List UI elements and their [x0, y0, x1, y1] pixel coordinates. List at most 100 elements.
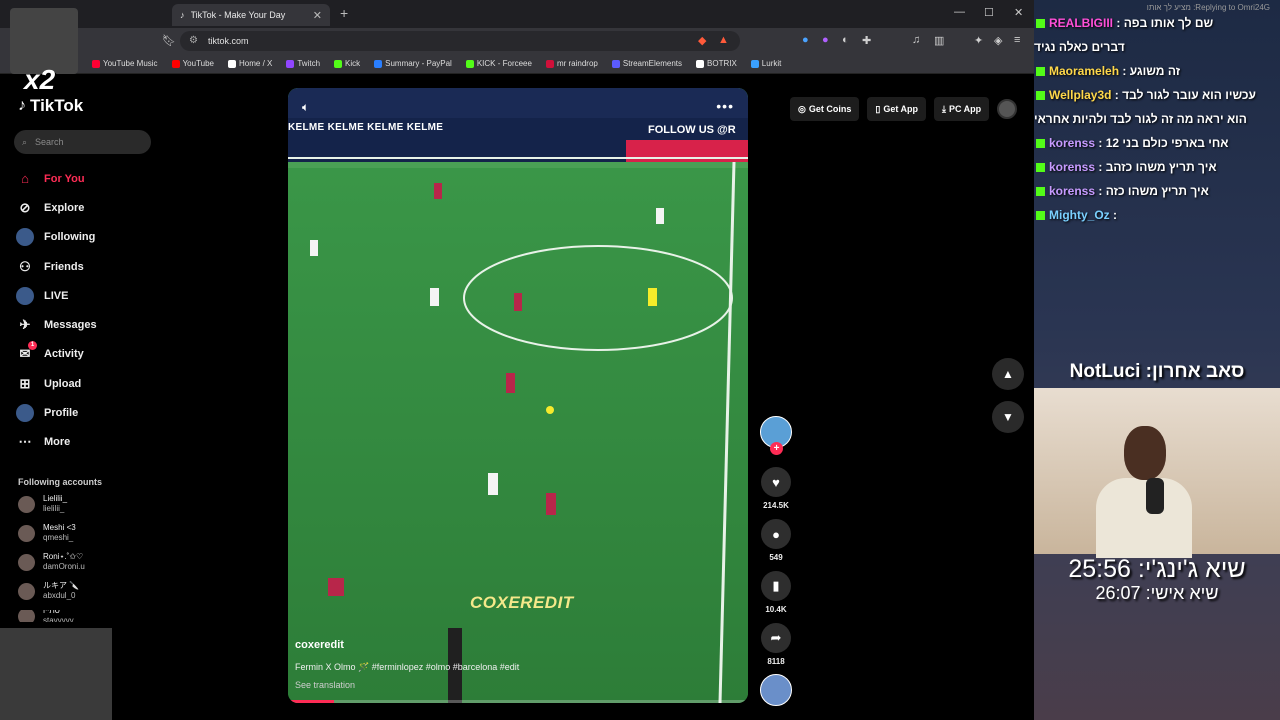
- ai-icon[interactable]: ✦: [974, 34, 983, 47]
- sidebar-item-live[interactable]: LIVE: [16, 281, 156, 310]
- streamer-head: [1124, 426, 1166, 480]
- account-avatar: [18, 495, 35, 513]
- bookmark-icon[interactable]: 🔖︎: [162, 34, 176, 47]
- bookmark-item[interactable]: YouTube Music: [92, 59, 158, 68]
- chat-message: Mighty_Oz :: [1034, 208, 1280, 222]
- record-timer: שיא ג'ינג'י: 25:56: [1068, 555, 1246, 583]
- bookmark-label: Summary - PayPal: [385, 59, 452, 68]
- bookmark-item[interactable]: Lurkit: [750, 59, 781, 68]
- brave-rewards-icon[interactable]: ▲: [718, 34, 729, 46]
- following-account[interactable]: ルキア 🔪 abxdul_0: [18, 581, 79, 601]
- sidebar-item-label: Profile: [44, 407, 79, 420]
- bookmark-item[interactable]: Kick: [334, 59, 360, 68]
- get-app-button[interactable]: ▯ Get App: [867, 97, 926, 121]
- chat-separator: :: [1109, 208, 1118, 222]
- window-close-icon[interactable]: ✕: [1014, 6, 1023, 19]
- following-accounts-title: Following accounts: [18, 477, 103, 487]
- top-actions: ◎ Get Coins ▯ Get App ⤓ PC App: [790, 97, 1018, 121]
- following-avatar-icon: [16, 228, 34, 247]
- extensions-icon[interactable]: ✚: [862, 34, 871, 47]
- maximize-icon[interactable]: ☐: [984, 6, 994, 19]
- sidebar-item-profile[interactable]: Profile: [16, 398, 156, 427]
- bookmark-item[interactable]: StreamElements: [611, 59, 682, 68]
- save-button[interactable]: ▮ 10.4K: [760, 571, 792, 614]
- bookmark-label: YouTube Music: [103, 59, 158, 68]
- creator-avatar[interactable]: +: [760, 416, 792, 455]
- video-author[interactable]: coxeredit: [295, 639, 344, 651]
- chat-separator: :: [1095, 136, 1106, 150]
- chat-text: דברים כאלה נגיד: [1034, 40, 1125, 54]
- brave-shield-icon[interactable]: ◆: [698, 34, 706, 47]
- following-account[interactable]: Roni⋆.˚✩♡ damOroni.u: [18, 552, 85, 572]
- extension-2-icon[interactable]: ●: [822, 34, 829, 46]
- account-handle: lielilii_: [43, 504, 65, 513]
- bookmark-favicon-icon: [465, 59, 474, 68]
- sidebar-toggle-icon[interactable]: ▥: [934, 34, 944, 47]
- sidebar-item-label: Messages: [44, 319, 97, 332]
- sidebar-item-upload[interactable]: ⊞ Upload: [16, 369, 156, 398]
- video-more-icon[interactable]: •••: [716, 98, 734, 114]
- tab-title: TikTok - Make Your Day: [190, 10, 286, 20]
- bookmark-item[interactable]: Twitch: [286, 59, 320, 68]
- sound-disc[interactable]: [760, 674, 792, 706]
- next-video-button[interactable]: ▼: [992, 401, 1024, 433]
- sidebar-item-label: Explore: [44, 201, 85, 214]
- bookmark-item[interactable]: Home / X: [228, 59, 272, 68]
- extension-3-icon[interactable]: ◐: [842, 34, 849, 46]
- get-coins-button[interactable]: ◎ Get Coins: [790, 97, 860, 121]
- share-button[interactable]: ➦ 8118: [760, 623, 792, 666]
- following-account[interactable]: Lielilii_ lielilii_: [18, 494, 67, 514]
- media-icon[interactable]: ♫: [912, 34, 920, 46]
- account-avatar: [18, 610, 35, 622]
- bookmark-item[interactable]: Summary - PayPal: [374, 59, 452, 68]
- upload-icon: ⊞: [19, 375, 31, 391]
- compass-icon: ⊘: [19, 199, 31, 215]
- sidebar-item-label: Following: [44, 231, 96, 244]
- close-tab-icon[interactable]: ✕: [313, 9, 322, 22]
- tab-tiktok[interactable]: ♪ TikTok - Make Your Day ✕: [172, 4, 330, 26]
- sidebar-item-friends[interactable]: ⚇ Friends: [16, 252, 156, 281]
- account-handle: abxdul_0: [43, 591, 76, 600]
- extension-1-icon[interactable]: ●: [802, 34, 809, 46]
- video-player[interactable]: KELME KELME KELME KELME FOLLOW US @R 🔈︎ …: [288, 88, 748, 703]
- bookmark-item[interactable]: BOTRIX: [696, 59, 737, 68]
- kick-badge-icon: [1036, 163, 1045, 172]
- bookmark-item[interactable]: KICK - Forceee: [465, 59, 532, 68]
- vpn-icon[interactable]: ◈: [994, 34, 1002, 47]
- sidebar-item-label: More: [44, 436, 71, 449]
- following-account[interactable]: סתייו stayyyyy: [18, 610, 74, 622]
- previous-video-button[interactable]: ▲: [992, 358, 1024, 390]
- follow-plus-icon[interactable]: +: [770, 442, 783, 455]
- sidebar-item-more[interactable]: ⋯ More: [16, 428, 156, 457]
- account-avatar: [18, 582, 35, 600]
- video-progress-bar[interactable]: [288, 700, 748, 703]
- ad-board-right-text: FOLLOW US @R: [648, 124, 736, 136]
- see-translation-link[interactable]: See translation: [295, 680, 355, 690]
- new-tab-icon[interactable]: +: [340, 5, 348, 21]
- reply-header: Replying to Omri24G: מציע לך אותו: [1146, 3, 1270, 12]
- chat-message: korenss : איך תריץ משהו כזהב: [1034, 160, 1280, 174]
- sidebar-item-activity[interactable]: ✉ 1 Activity: [16, 340, 156, 369]
- last-sub-announcement: NotLuci :סאב אחרון: [1069, 361, 1245, 382]
- pc-app-button[interactable]: ⤓ PC App: [934, 97, 990, 121]
- comment-button[interactable]: ● 549: [760, 519, 792, 562]
- bookmark-item[interactable]: mr raindrop: [545, 59, 598, 68]
- sidebar-item-messages[interactable]: ✈ Messages: [16, 310, 156, 339]
- sidebar-item-for-you[interactable]: ⌂ For You: [16, 164, 156, 193]
- account-name: Roni⋆.˚✩♡: [43, 552, 84, 561]
- volume-icon[interactable]: 🔈︎: [302, 100, 309, 115]
- like-button[interactable]: ♥ 214.5K: [760, 467, 792, 510]
- minimize-icon[interactable]: —: [954, 6, 965, 18]
- user-avatar[interactable]: [997, 99, 1018, 119]
- sidebar-item-label: Activity: [44, 348, 84, 361]
- search-input[interactable]: ⌕ Search: [14, 130, 151, 154]
- sidebar-item-explore[interactable]: ⊘ Explore: [16, 193, 156, 222]
- sidebar-item-following[interactable]: Following: [16, 223, 156, 252]
- chat-username: Wellplay3d: [1049, 88, 1112, 102]
- bookmark-item[interactable]: YouTube: [171, 59, 214, 68]
- following-account[interactable]: Meshi <3 qmeshi_: [18, 523, 76, 543]
- site-info-icon[interactable]: ⚙: [189, 35, 198, 46]
- url-field[interactable]: ⚙ tiktok.com: [180, 31, 740, 51]
- menu-icon[interactable]: ≡: [1014, 34, 1020, 46]
- share-icon: ➦: [761, 623, 791, 653]
